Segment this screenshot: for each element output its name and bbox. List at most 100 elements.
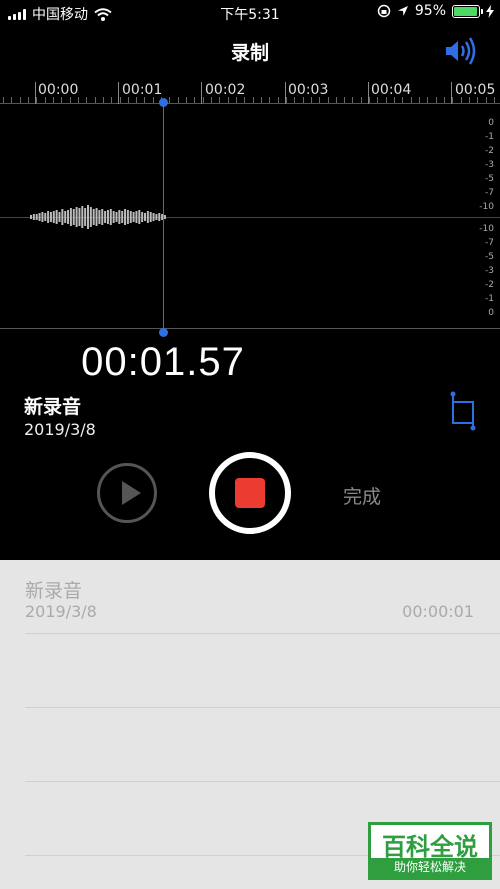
- speaker-icon[interactable]: [444, 36, 478, 66]
- ruler-minor-tick: [61, 97, 63, 103]
- trim-icon[interactable]: [448, 390, 478, 432]
- waveform-bar: [58, 212, 61, 222]
- waveform-bar: [112, 211, 115, 223]
- charging-icon: [486, 4, 494, 18]
- waveform-bar: [129, 211, 132, 223]
- waveform-bar: [35, 214, 38, 220]
- recording-name[interactable]: 新录音: [24, 392, 81, 419]
- list-item-duration: 00:00:01: [402, 602, 474, 621]
- ruler-label: 00:01: [122, 82, 163, 98]
- elapsed-time: 00:01.57: [81, 340, 245, 384]
- ruler-minor-tick: [444, 97, 445, 103]
- ruler-minor-tick: [302, 97, 304, 103]
- waveform-bar: [38, 213, 41, 221]
- level-label: -2: [485, 280, 494, 290]
- timeline-ruler[interactable]: 00:00 00:01 00:02 00:03 00:04 00:05: [0, 78, 500, 104]
- waveform-bar: [69, 208, 72, 226]
- ruler-minor-tick: [277, 97, 279, 103]
- ruler-minor-tick: [310, 97, 312, 103]
- ruler-label: 00:02: [205, 82, 246, 98]
- ruler-minor-tick: [194, 97, 196, 103]
- page-title: 录制: [230, 42, 269, 64]
- ruler-minor-tick: [86, 97, 88, 103]
- waveform-bar: [106, 210, 109, 224]
- waveform-bar: [115, 212, 118, 222]
- stop-record-button[interactable]: [209, 452, 291, 534]
- level-label: -2: [485, 146, 494, 156]
- waveform-bar: [126, 210, 129, 224]
- ruler-label: 00:03: [288, 82, 329, 98]
- playhead-top-handle[interactable]: [159, 98, 168, 107]
- level-label: -1: [485, 132, 494, 142]
- playhead-bottom-handle[interactable]: [159, 328, 168, 337]
- ruler-minor-tick: [152, 97, 154, 103]
- list-item-name: 新录音: [25, 580, 83, 602]
- ruler-minor-tick: [352, 97, 354, 103]
- waveform-bar: [72, 209, 75, 225]
- ruler-minor-tick: [385, 97, 387, 103]
- ruler-minor-tick: [285, 97, 287, 103]
- waveform-area[interactable]: 0 -1 -2 -3 -5 -7 -10 -10 -7 -5 -3 -2 -1 …: [0, 104, 500, 329]
- ruler-minor-tick: [127, 97, 129, 103]
- ruler-minor-tick: [269, 97, 271, 103]
- waveform-bar: [55, 210, 58, 224]
- ruler-minor-tick: [94, 97, 96, 103]
- play-button[interactable]: [97, 463, 157, 523]
- level-label: -5: [485, 252, 494, 262]
- level-label: -3: [485, 160, 494, 170]
- ruler-minor-tick: [477, 97, 479, 103]
- ruler-minor-tick: [369, 97, 371, 103]
- waveform-bar: [104, 211, 107, 223]
- level-label: -7: [485, 238, 494, 248]
- ruler-minor-tick: [419, 97, 420, 103]
- ruler-minor-tick: [260, 97, 262, 103]
- battery-icon: [452, 4, 483, 18]
- ruler-minor-tick: [211, 97, 212, 103]
- recording-date: 2019/3/8: [24, 420, 96, 439]
- level-label: -10: [479, 224, 494, 234]
- ruler-minor-tick: [460, 97, 462, 103]
- waveform-bar: [138, 210, 141, 224]
- waveform-bar: [75, 207, 78, 227]
- ruler-minor-tick: [102, 97, 104, 103]
- ruler-minor-tick: [44, 97, 46, 103]
- waveform: [30, 205, 166, 229]
- ruler-minor-tick: [219, 97, 221, 103]
- waveform-bar: [92, 209, 95, 225]
- waveform-bar: [84, 208, 87, 226]
- watermark-title: 百科全说: [382, 833, 478, 861]
- ruler-label: 00:05: [455, 82, 496, 98]
- waveform-bar: [144, 213, 146, 221]
- ruler-minor-tick: [377, 97, 379, 103]
- waveform-bar: [132, 212, 135, 222]
- level-label: -10: [479, 202, 494, 212]
- waveform-bar: [30, 215, 32, 219]
- battery-percent: 95%: [414, 3, 446, 19]
- ruler-minor-tick: [169, 97, 171, 103]
- ruler-minor-tick: [344, 97, 346, 103]
- waveform-bar: [163, 215, 166, 219]
- ruler-minor-tick: [177, 97, 179, 103]
- ruler-minor-tick: [252, 97, 254, 103]
- level-label: -7: [485, 188, 494, 198]
- waveform-bar: [81, 206, 84, 228]
- ruler-minor-tick: [52, 97, 54, 103]
- waveform-bar: [101, 209, 104, 225]
- done-button[interactable]: 完成: [343, 482, 381, 509]
- waveform-bar: [64, 211, 67, 223]
- ruler-minor-tick: [3, 97, 4, 103]
- ruler-minor-tick: [402, 97, 404, 103]
- watermark-subtitle: 助你轻松解决: [371, 858, 489, 877]
- waveform-bar: [121, 211, 124, 223]
- ruler-minor-tick: [111, 97, 113, 103]
- waveform-bar: [78, 208, 81, 226]
- ruler-minor-tick: [77, 97, 79, 103]
- playhead[interactable]: [163, 100, 164, 333]
- watermark-logo: 百科全说 助你轻松解决: [368, 822, 492, 880]
- list-item-date: 2019/3/8: [25, 602, 97, 621]
- location-icon: [397, 6, 408, 16]
- ruler-minor-tick: [327, 97, 329, 103]
- ruler-minor-tick: [119, 97, 121, 103]
- waveform-bar: [135, 211, 138, 223]
- level-label: -3: [485, 266, 494, 276]
